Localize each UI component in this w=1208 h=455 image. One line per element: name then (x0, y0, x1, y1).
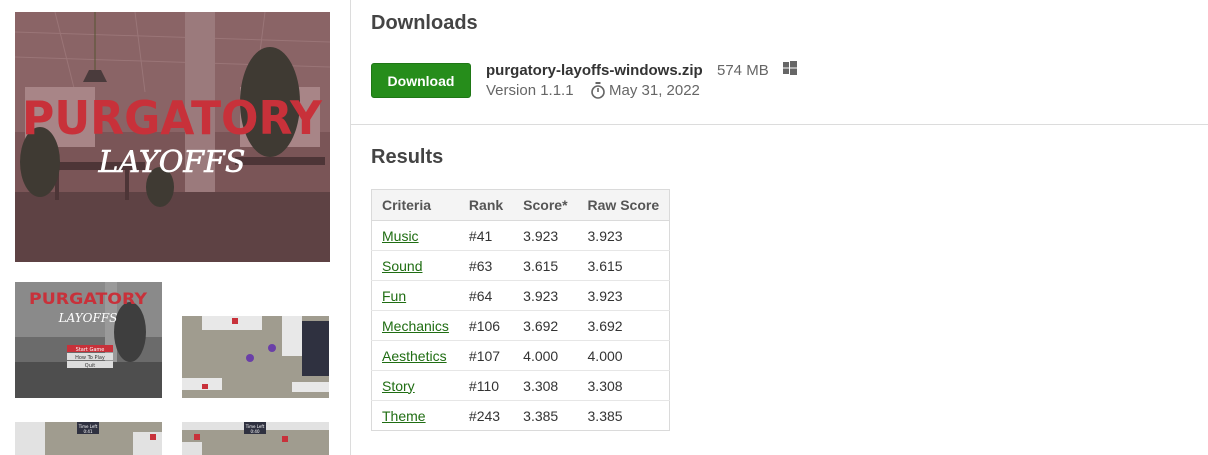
svg-text:0:41: 0:41 (84, 429, 93, 434)
rank-cell: #106 (458, 310, 514, 341)
svg-text:Quit: Quit (85, 363, 95, 369)
rank-cell: #110 (458, 370, 514, 401)
section-divider (351, 124, 1208, 125)
stopwatch-icon (590, 82, 606, 104)
criteria-link-theme[interactable]: Theme (382, 408, 426, 424)
table-row: Theme #243 3.385 3.385 (371, 400, 670, 431)
screenshot-gameplay-2[interactable]: Time Left 0:41 (15, 422, 162, 455)
column-header-raw-score: Raw Score (577, 189, 670, 221)
rank-cell: #63 (458, 250, 514, 281)
svg-text:Start Game: Start Game (76, 347, 105, 353)
svg-text:LAYOFFS: LAYOFFS (58, 311, 118, 325)
table-row: Mechanics #106 3.692 3.692 (371, 310, 670, 341)
criteria-link-fun[interactable]: Fun (382, 288, 406, 304)
media-column: PURGATORY LAYOFFS PURGATORY LAYOFFS Star… (0, 0, 350, 455)
rank-cell: #64 (458, 280, 514, 311)
svg-text:PURGATORY: PURGATORY (29, 289, 147, 308)
rank-cell: #107 (458, 340, 514, 371)
screenshot-gameplay-1[interactable] (182, 316, 329, 398)
table-row: Aesthetics #107 4.000 4.000 (371, 340, 670, 371)
raw-score-cell: 3.923 (577, 220, 670, 251)
svg-text:How To Play: How To Play (75, 355, 105, 361)
score-cell: 3.923 (513, 280, 578, 311)
raw-score-cell: 4.000 (577, 340, 670, 371)
downloads-heading: Downloads (371, 12, 478, 34)
score-cell: 4.000 (513, 340, 578, 371)
rank-cell: #41 (458, 220, 514, 251)
column-header-score: Score* (513, 189, 578, 221)
file-version: Version 1.1.1 (486, 82, 574, 99)
criteria-link-music[interactable]: Music (382, 228, 419, 244)
upload-date: May 31, 2022 (609, 82, 700, 99)
table-row: Sound #63 3.615 3.615 (371, 250, 670, 281)
download-button[interactable]: Download (371, 63, 471, 98)
svg-text:0:40: 0:40 (251, 429, 260, 434)
svg-text:LAYOFFS: LAYOFFS (98, 145, 246, 180)
cover-image: PURGATORY LAYOFFS (15, 12, 330, 262)
raw-score-cell: 3.385 (577, 400, 670, 431)
raw-score-cell: 3.615 (577, 250, 670, 281)
windows-icon (783, 61, 797, 80)
results-heading: Results (371, 146, 444, 168)
screenshot-gameplay-3[interactable]: Time Left 0:40 (182, 422, 329, 455)
raw-score-cell: 3.308 (577, 370, 670, 401)
score-cell: 3.308 (513, 370, 578, 401)
results-header-row: Criteria Rank Score* Raw Score (371, 189, 670, 221)
column-header-criteria: Criteria (371, 189, 459, 221)
raw-score-cell: 3.923 (577, 280, 670, 311)
results-table: Criteria Rank Score* Raw Score Music #41… (371, 189, 671, 431)
score-cell: 3.615 (513, 250, 578, 281)
rank-cell: #243 (458, 400, 514, 431)
table-row: Music #41 3.923 3.923 (371, 220, 670, 251)
file-name: purgatory-layoffs-windows.zip (486, 62, 703, 79)
file-size: 574 MB (717, 62, 769, 79)
screenshot-menu[interactable]: PURGATORY LAYOFFS Start Game How To Play… (15, 282, 162, 398)
svg-text:PURGATORY: PURGATORY (22, 91, 323, 145)
column-header-rank: Rank (458, 189, 514, 221)
score-cell: 3.923 (513, 220, 578, 251)
table-row: Story #110 3.308 3.308 (371, 370, 670, 401)
score-cell: 3.385 (513, 400, 578, 431)
criteria-link-mechanics[interactable]: Mechanics (382, 318, 449, 334)
criteria-link-aesthetics[interactable]: Aesthetics (382, 348, 447, 364)
raw-score-cell: 3.692 (577, 310, 670, 341)
criteria-link-sound[interactable]: Sound (382, 258, 422, 274)
table-row: Fun #64 3.923 3.923 (371, 280, 670, 311)
column-divider (350, 0, 351, 455)
score-cell: 3.692 (513, 310, 578, 341)
criteria-link-story[interactable]: Story (382, 378, 415, 394)
